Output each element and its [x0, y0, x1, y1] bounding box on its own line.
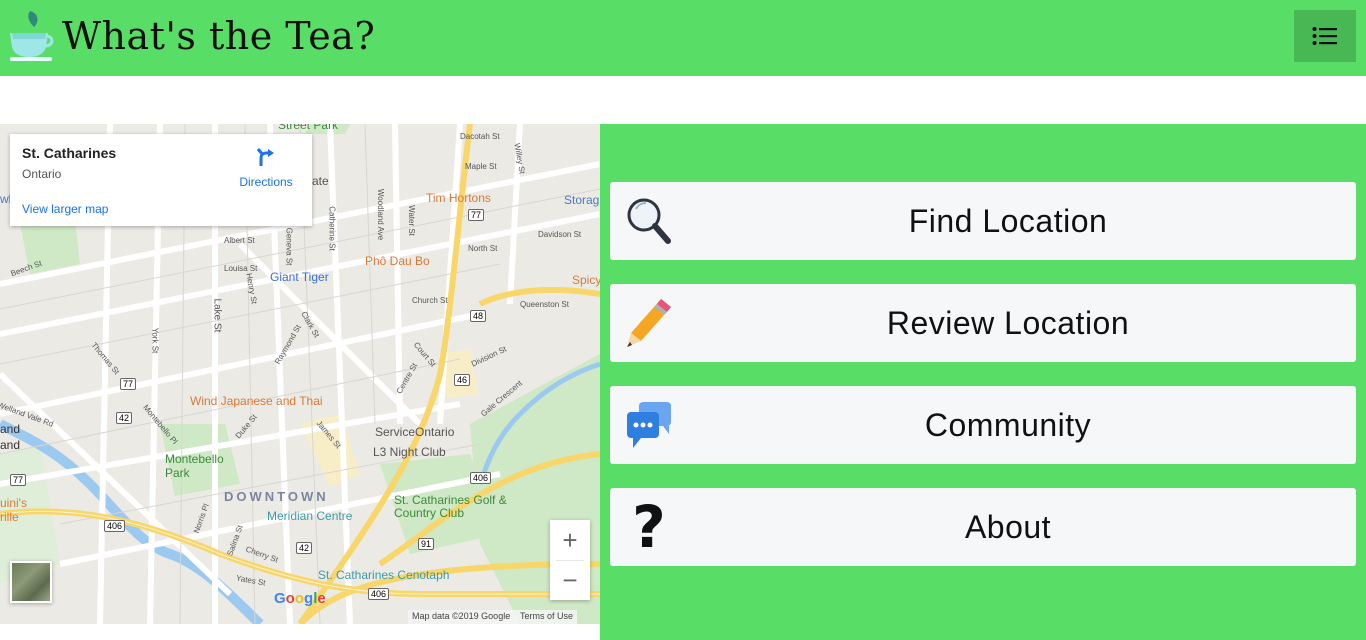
map-label: Wind Japanese and Thai	[190, 394, 323, 408]
map-label: York St	[150, 327, 160, 354]
map-info-card: St. Catharines Ontario View larger map D…	[10, 134, 312, 226]
route-shield: 77	[120, 378, 137, 390]
attribution-text: Map data ©2019 Google	[412, 611, 511, 621]
place-region: Ontario	[22, 167, 62, 181]
map-label: Street Park	[278, 124, 339, 132]
site-title: What's the Tea?	[62, 14, 376, 58]
top-navbar: What's the Tea?	[0, 0, 1366, 76]
map-label: Phô Dau Bo	[365, 254, 430, 268]
map-label: ServiceOntario	[375, 425, 455, 439]
map-label: Meridian Centre	[267, 509, 353, 523]
terms-link[interactable]: Terms of Use	[520, 611, 573, 621]
teacup-logo-icon	[10, 11, 54, 61]
find-location-label: Find Location	[908, 202, 1108, 239]
list-icon	[1312, 27, 1337, 45]
route-shield: 406	[368, 588, 390, 600]
map-label: Davidson St	[538, 230, 582, 239]
directions-label: Directions	[239, 175, 293, 189]
zoom-out-button[interactable]: −	[550, 560, 590, 600]
route-shield: 406	[470, 472, 492, 484]
route-shield: 91	[418, 538, 435, 550]
map-label: DOWNTOWN	[224, 489, 329, 504]
place-name: St. Catharines	[22, 145, 117, 161]
google-logo: Google	[274, 590, 326, 607]
map-label: Albert St	[224, 236, 255, 245]
map-label: Woodland Ave	[376, 188, 386, 241]
route-shield: 46	[454, 374, 471, 386]
map-label: rille	[0, 510, 19, 524]
brand[interactable]: What's the Tea?	[8, 8, 375, 64]
map-label: St. Catharines Golf & Country Club	[394, 493, 507, 520]
route-shield: 42	[296, 542, 313, 554]
map-label: Spicy	[572, 273, 600, 287]
map-label: and	[0, 438, 21, 452]
find-location-button[interactable]: Find Location	[610, 182, 1356, 260]
satellite-toggle[interactable]	[10, 561, 52, 603]
view-larger-map-link[interactable]: View larger map	[22, 202, 108, 216]
directions-button[interactable]: Directions	[238, 146, 294, 189]
route-shield: 77	[10, 474, 27, 486]
zoom-controls: + −	[550, 520, 590, 600]
map-label: uini's	[0, 496, 27, 510]
map-label: St. Catharines Cenotaph	[318, 568, 450, 582]
zoom-in-button[interactable]: +	[550, 520, 590, 560]
zoom-divider	[556, 560, 584, 561]
map-label: Water St	[406, 205, 416, 236]
menu-toggle-button[interactable]	[1294, 10, 1356, 62]
map-label: ate	[312, 174, 329, 188]
map-attribution: Map data ©2019 Google Terms of Use	[408, 610, 578, 624]
map-label: Giant Tiger	[270, 270, 329, 284]
community-label: Community	[924, 406, 1092, 443]
map-label: Dacotah St	[460, 132, 500, 141]
map-label: Montebello Park	[165, 452, 224, 480]
map-label: L3 Night Club	[373, 445, 446, 459]
map-label: Lake St	[211, 298, 223, 333]
map-label: Maple St	[465, 162, 497, 171]
map-label: Geneva St	[284, 227, 294, 266]
map-label: and	[0, 422, 21, 436]
route-shield: 48	[470, 310, 487, 322]
map-label: Storag	[564, 193, 600, 207]
map-label: North St	[468, 244, 498, 253]
about-button[interactable]: ? About	[610, 488, 1356, 566]
embedded-map[interactable]: Street Park Dacotah St Maple St Tim Hort…	[0, 124, 600, 624]
route-shield: 77	[468, 209, 485, 221]
route-shield: 42	[116, 412, 133, 424]
map-label: Queenston St	[520, 300, 569, 309]
map-label: Church St	[412, 296, 448, 305]
directions-arrow-icon	[256, 148, 274, 166]
map-label: Catherine St	[327, 206, 337, 251]
about-label: About	[964, 508, 1052, 545]
community-button[interactable]: Community	[610, 386, 1356, 464]
route-shield: 406	[104, 520, 126, 532]
menu-panel: Find Location Review Location Community …	[600, 124, 1366, 640]
map-label: Tim Hortons	[426, 191, 491, 205]
review-location-label: Review Location	[886, 304, 1130, 341]
review-location-button[interactable]: Review Location	[610, 284, 1356, 362]
